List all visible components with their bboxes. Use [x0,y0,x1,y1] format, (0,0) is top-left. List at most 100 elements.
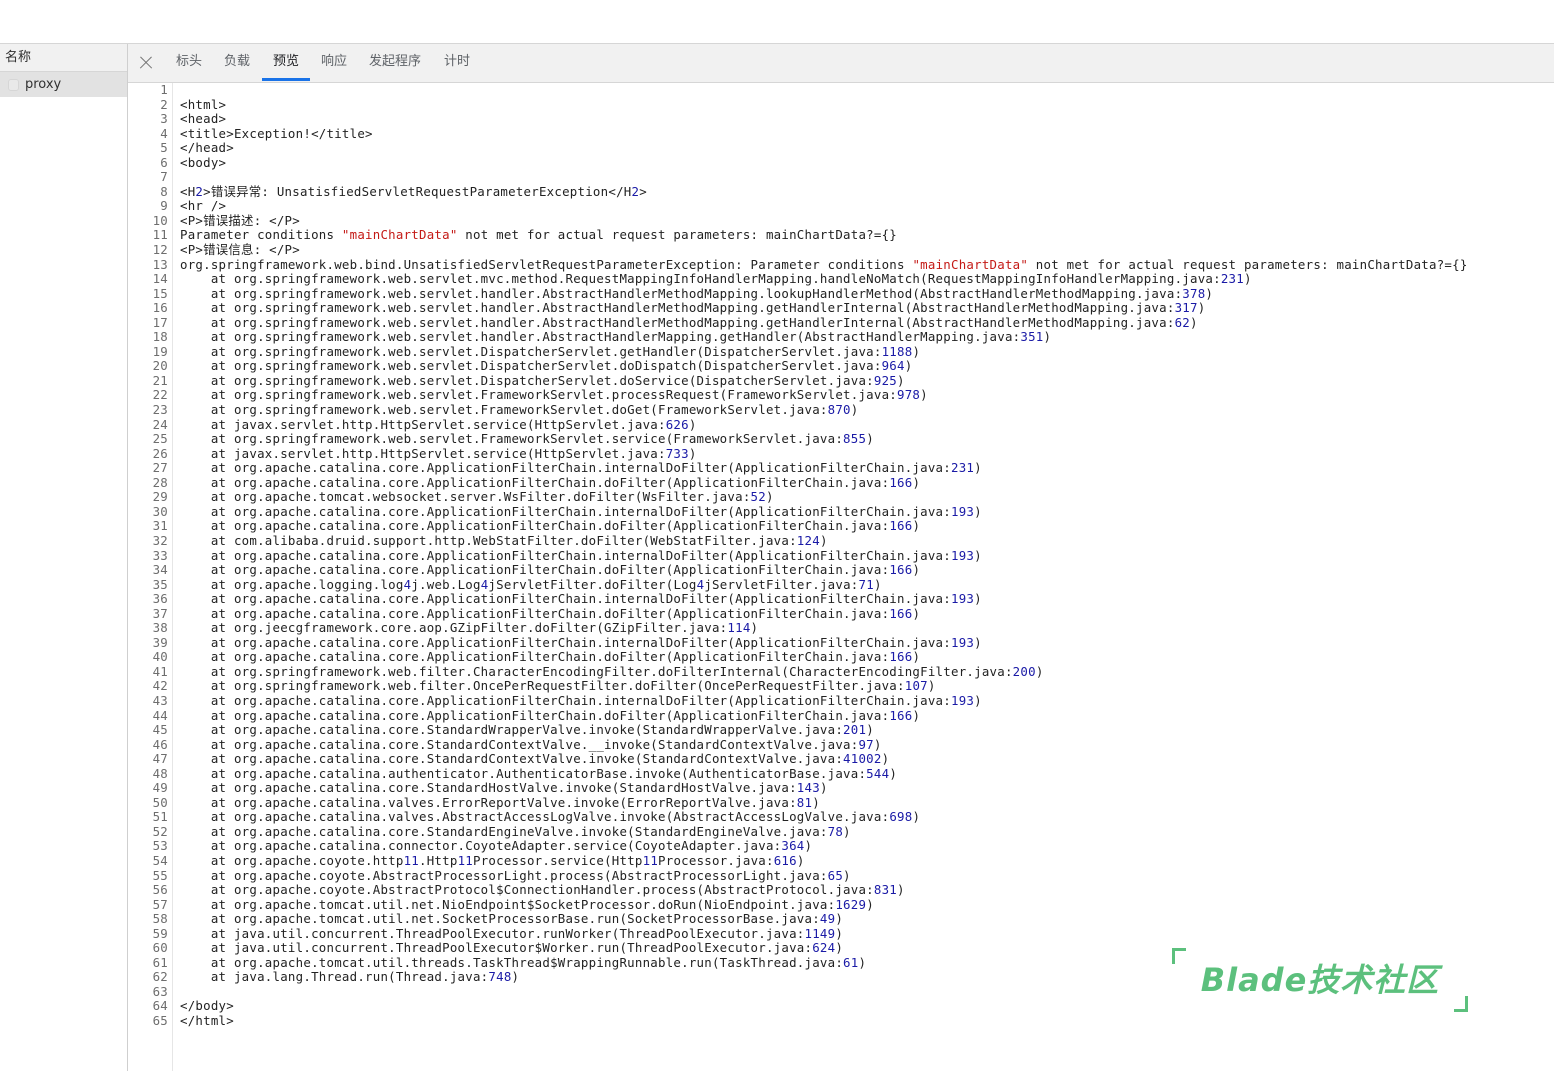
code-line: 39 at org.apache.catalina.core.Applicati… [128,634,1554,651]
code-line: 27 at org.apache.catalina.core.Applicati… [128,460,1554,476]
code-line-text: at org.apache.tomcat.util.net.NioEndpoin… [180,896,874,912]
code-line-text: at org.apache.catalina.core.ApplicationF… [180,503,982,519]
code-line-text: at org.apache.catalina.core.ApplicationF… [180,707,921,723]
code-line: 45 at org.apache.catalina.core.StandardW… [128,722,1554,738]
line-number: 9 [160,198,168,214]
preview-code-viewer[interactable]: 1 2 <html> 3 <head> 4 <title>Exception!</title… [128,82,1554,1071]
line-number: 21 [152,372,168,388]
code-line-text: at org.springframework.web.servlet.Frame… [180,431,874,447]
name-column-header[interactable]: 名称 [0,44,127,72]
code-line-text: at org.springframework.web.servlet.Dispa… [180,343,921,359]
code-line-text: at org.springframework.web.servlet.handl… [180,329,1052,345]
detail-tab-bar: 标头 负载 预览 响应 发起程序 计时 [128,44,1554,83]
code-line: 51 at org.apache.catalina.valves.Abstrac… [128,810,1554,825]
code-line-text: </body> [180,998,234,1014]
line-number: 10 [152,212,168,228]
code-line: 57 at org.apache.tomcat.util.net.NioEndp… [128,896,1554,913]
tab-response[interactable]: 响应 [321,44,347,82]
code-line-text: at org.springframework.web.servlet.handl… [180,285,1214,301]
code-line-text: at org.jeecgframework.core.aop.GZipFilte… [180,620,759,636]
line-number: 61 [152,954,168,970]
code-line: 65 </html> [128,1013,1554,1029]
code-line-text: at org.apache.catalina.core.ApplicationF… [180,634,982,650]
line-number: 45 [152,722,168,738]
line-number: 53 [152,838,168,854]
code-line-text: at org.apache.catalina.core.StandardWrap… [180,722,874,738]
code-line: 16 at org.springframework.web.servlet.ha… [128,300,1554,316]
tab-payload[interactable]: 负载 [224,44,250,82]
code-line-text: at org.apache.logging.log4j.web.Log4jSer… [180,576,882,592]
code-line: 23 at org.springframework.web.servlet.Fr… [128,402,1554,418]
tab-initiator[interactable]: 发起程序 [369,44,421,82]
line-number: 60 [152,940,168,956]
line-number: 11 [152,227,168,243]
line-number: 44 [152,707,168,723]
code-line-text: at org.springframework.web.servlet.handl… [180,300,1206,316]
code-line: 29 at org.apache.tomcat.websocket.server… [128,490,1554,505]
code-line: 31 at org.apache.catalina.core.Applicati… [128,519,1554,534]
line-number: 42 [152,678,168,694]
code-line-text: at org.apache.catalina.authenticator.Aut… [180,765,898,781]
line-number: 37 [152,605,168,621]
line-number: 34 [152,562,168,578]
code-line: 18 at org.springframework.web.servlet.ha… [128,330,1554,345]
code-line-text: at java.util.concurrent.ThreadPoolExecut… [180,940,844,956]
line-number: 1 [160,82,168,97]
code-line-text: at org.apache.tomcat.websocket.server.Ws… [180,489,774,505]
request-item-proxy[interactable]: proxy [0,72,127,97]
code-line: 38 at org.jeecgframework.core.aop.GZipFi… [128,620,1554,636]
watermark-bracket-icon [1172,948,1186,964]
request-detail-panel: 标头 负载 预览 响应 发起程序 计时 1 2 <html> 3 <head> 4 <tit… [128,44,1554,1071]
code-line: 10 <P>错误描述: </P> [128,212,1554,229]
line-number: 20 [152,358,168,374]
code-line: 20 at org.springframework.web.servlet.Di… [128,359,1554,374]
line-number: 50 [152,794,168,810]
code-line-text: at org.apache.catalina.core.StandardCont… [180,736,882,752]
file-icon [8,79,19,91]
code-line: 24 at javax.servlet.http.HttpServlet.ser… [128,416,1554,433]
line-number: 8 [160,183,168,199]
line-number: 41 [152,663,168,679]
code-line: 13 org.springframework.web.bind.Unsatisfi… [128,257,1554,273]
code-line: 32 at com.alibaba.druid.support.http.Web… [128,532,1554,549]
code-line-text: at org.apache.coyote.AbstractProtocol$Co… [180,882,905,898]
code-line: 46 at org.apache.catalina.core.StandardC… [128,736,1554,753]
code-line-text: at org.apache.catalina.core.StandardEngi… [180,823,851,839]
line-number: 48 [152,765,168,781]
line-number: 54 [152,852,168,868]
line-number: 63 [152,983,168,999]
code-line: 12 <P>错误信息: </P> [128,242,1554,258]
line-number: 49 [152,780,168,796]
code-line: 1 [128,82,1554,98]
code-line: 36 at org.apache.catalina.core.Applicati… [128,591,1554,607]
code-line: 59 at java.util.concurrent.ThreadPoolExe… [128,925,1554,942]
code-line-text: at org.springframework.web.servlet.Frame… [180,387,928,403]
code-line: 56 at org.apache.coyote.AbstractProtocol… [128,882,1554,898]
watermark-bracket-icon [1454,996,1468,1012]
code-line: 54 at org.apache.coyote.http11.Http11Pro… [128,852,1554,869]
code-line: 4 <title>Exception!</title> [128,126,1554,142]
line-number: 24 [152,416,168,432]
code-line: 28 at org.apache.catalina.core.Applicati… [128,475,1554,491]
code-line: 41 at org.springframework.web.filter.Cha… [128,663,1554,680]
code-line: 43 at org.apache.catalina.core.Applicati… [128,693,1554,709]
line-number: 26 [152,445,168,461]
line-number: 51 [152,809,168,825]
close-icon[interactable] [137,54,155,72]
code-line-text: at org.apache.tomcat.util.net.SocketProc… [180,911,844,927]
line-number: 27 [152,460,168,476]
line-number: 65 [152,1013,168,1028]
tab-preview[interactable]: 预览 [273,44,299,82]
tab-headers[interactable]: 标头 [176,44,202,82]
tab-timing[interactable]: 计时 [444,44,470,82]
code-line: 58 at org.apache.tomcat.util.net.SocketP… [128,911,1554,927]
line-number: 38 [152,620,168,636]
line-number: 59 [152,925,168,941]
line-number: 31 [152,518,168,534]
line-number: 39 [152,634,168,650]
code-line-text: at org.apache.catalina.valves.AbstractAc… [180,809,921,825]
line-number: 32 [152,532,168,548]
line-number: 3 [160,111,168,127]
